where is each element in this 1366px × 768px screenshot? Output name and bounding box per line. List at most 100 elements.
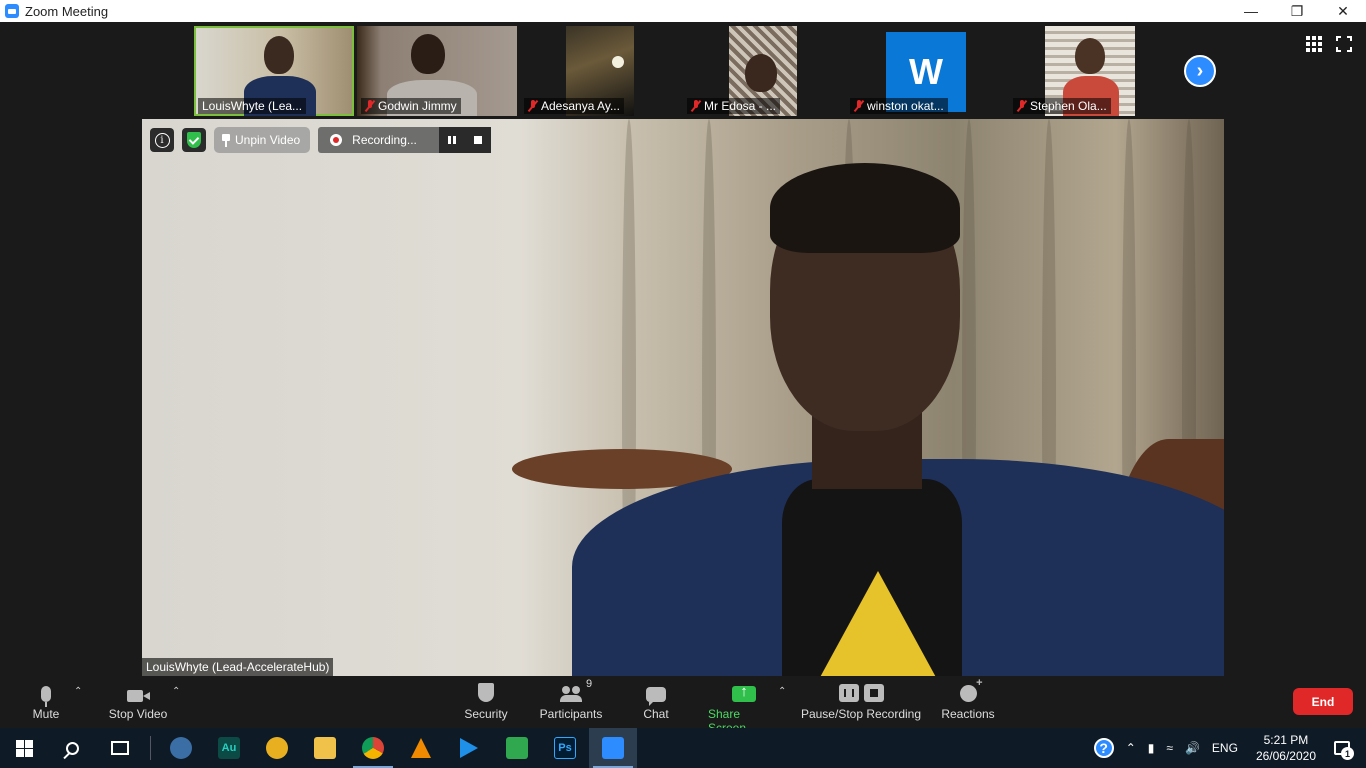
pause-stop-recording-button[interactable]: Pause/Stop Recording bbox=[800, 680, 922, 721]
chevron-up-icon: ⌃ bbox=[1125, 741, 1136, 755]
taskbar-app-zoom[interactable] bbox=[589, 728, 637, 768]
end-meeting-button[interactable]: End bbox=[1293, 688, 1353, 715]
clock-time: 5:21 PM bbox=[1263, 733, 1309, 747]
taskbar-app-draw[interactable] bbox=[493, 728, 541, 768]
search-button[interactable] bbox=[48, 728, 96, 768]
recording-indicator: Recording... bbox=[318, 127, 491, 153]
share-screen-icon bbox=[732, 683, 756, 702]
help-icon: ? bbox=[1093, 738, 1114, 758]
play-icon bbox=[460, 738, 478, 758]
participant-name: Adesanya Ay... bbox=[524, 98, 624, 114]
speaker-name-label: LouisWhyte (Lead-AccelerateHub) bbox=[142, 658, 334, 676]
taskbar-app-chrome[interactable] bbox=[349, 728, 397, 768]
vlc-icon bbox=[411, 738, 431, 758]
participant-tile[interactable]: Mr Edosa - ... bbox=[683, 26, 843, 116]
search-icon bbox=[65, 741, 79, 755]
speaker-hair bbox=[770, 163, 960, 253]
system-tray: ? ⌃ ▮ ≈ 🔊 ENG 5:21 PM 26/06/2020 1 bbox=[1088, 728, 1366, 768]
language-indicator[interactable]: ENG bbox=[1206, 741, 1244, 755]
taskbar-app-generic[interactable] bbox=[253, 728, 301, 768]
volume-icon[interactable]: 🔊 bbox=[1179, 741, 1206, 755]
microphone-icon bbox=[41, 686, 51, 707]
participant-name: Godwin Jimmy bbox=[361, 98, 461, 114]
app-icon bbox=[266, 737, 288, 759]
participants-icon bbox=[560, 686, 582, 702]
pause-icon bbox=[447, 136, 456, 144]
cortana-icon bbox=[170, 737, 192, 759]
draw-icon bbox=[506, 737, 528, 759]
chevron-up-icon[interactable]: ⌃ bbox=[172, 686, 180, 697]
taskbar-app-photoshop[interactable]: Ps bbox=[541, 728, 589, 768]
title-bar: Zoom Meeting — ❐ ✕ bbox=[0, 0, 1366, 22]
stop-icon bbox=[863, 684, 884, 702]
minimize-button[interactable]: — bbox=[1228, 0, 1274, 22]
windows-taskbar: Au Ps ? ⌃ ▮ ≈ 🔊 ENG 5:21 PM 26/06/2020 1 bbox=[0, 728, 1366, 768]
clock-date: 26/06/2020 bbox=[1255, 749, 1316, 763]
action-center-button[interactable]: 1 bbox=[1328, 741, 1366, 760]
muted-mic-icon bbox=[854, 100, 864, 112]
close-button[interactable]: ✕ bbox=[1320, 0, 1366, 22]
windows-icon bbox=[15, 739, 33, 757]
reactions-button[interactable]: Reactions bbox=[940, 677, 996, 721]
fullscreen-icon[interactable] bbox=[1336, 36, 1352, 52]
stop-recording-button[interactable] bbox=[464, 127, 491, 153]
encryption-button[interactable] bbox=[182, 128, 206, 152]
meeting-info-button[interactable]: i bbox=[150, 128, 174, 152]
start-button[interactable] bbox=[0, 728, 48, 768]
taskbar-app-cortana[interactable] bbox=[157, 728, 205, 768]
restore-button[interactable]: ❐ bbox=[1274, 0, 1320, 22]
participant-name: LouisWhyte (Lea... bbox=[198, 98, 307, 114]
chat-icon bbox=[646, 687, 666, 706]
shield-icon bbox=[187, 132, 201, 148]
participant-tile[interactable]: LouisWhyte (Lea... bbox=[194, 26, 354, 116]
participant-tile[interactable]: Adesanya Ay... bbox=[520, 26, 680, 116]
taskbar-app-file-explorer[interactable] bbox=[301, 728, 349, 768]
participant-strip: LouisWhyte (Lea... Godwin Jimmy Adesanya… bbox=[194, 26, 1169, 116]
wifi-icon[interactable]: ≈ bbox=[1160, 741, 1179, 755]
chevron-up-icon[interactable]: ⌃ bbox=[778, 686, 786, 697]
stop-icon bbox=[473, 136, 482, 144]
unpin-video-button[interactable]: Unpin Video bbox=[214, 127, 311, 153]
task-view-icon bbox=[111, 741, 129, 755]
participant-name: Mr Edosa - ... bbox=[687, 98, 781, 114]
taskbar-app-vlc[interactable] bbox=[397, 728, 445, 768]
stop-video-button[interactable]: Stop Video bbox=[104, 680, 172, 721]
chevron-right-icon[interactable]: › bbox=[1184, 55, 1216, 87]
security-button[interactable]: Security bbox=[460, 680, 512, 721]
participant-name: Stephen Ola... bbox=[1013, 98, 1111, 114]
record-icon bbox=[330, 134, 343, 146]
participant-tile[interactable]: W winston okat... bbox=[846, 26, 1006, 116]
meeting-controls: Mute ⌃ Stop Video ⌃ Security 9 Participa… bbox=[0, 676, 1366, 735]
chat-button[interactable]: Chat bbox=[638, 680, 674, 721]
meeting-stage: LouisWhyte (Lea... Godwin Jimmy Adesanya… bbox=[0, 22, 1366, 676]
shirt-logo bbox=[818, 571, 938, 676]
muted-mic-icon bbox=[365, 100, 375, 112]
participant-tile[interactable]: Stephen Ola... bbox=[1009, 26, 1169, 116]
taskbar-app-play[interactable] bbox=[445, 728, 493, 768]
emoji-icon bbox=[959, 677, 983, 702]
video-camera-icon bbox=[127, 690, 150, 702]
pause-icon bbox=[838, 684, 859, 702]
participant-tile[interactable]: Godwin Jimmy bbox=[357, 26, 517, 116]
chrome-icon bbox=[362, 737, 384, 759]
battery-icon[interactable]: ▮ bbox=[1142, 741, 1161, 755]
window-controls: — ❐ ✕ bbox=[1228, 0, 1366, 22]
pause-recording-button[interactable] bbox=[438, 127, 465, 153]
mute-button[interactable]: Mute bbox=[26, 680, 66, 721]
window-title: Zoom Meeting bbox=[25, 3, 109, 19]
help-button[interactable]: ? bbox=[1088, 738, 1120, 758]
participants-count: 9 bbox=[586, 678, 593, 690]
share-screen-button[interactable]: Share Screen bbox=[708, 680, 780, 735]
taskbar-app-audition[interactable]: Au bbox=[205, 728, 253, 768]
participants-button[interactable]: 9 Participants bbox=[538, 678, 604, 721]
chevron-up-icon[interactable]: ⌃ bbox=[74, 686, 82, 697]
notification-icon: 1 bbox=[1334, 741, 1354, 760]
info-icon: i bbox=[154, 132, 170, 148]
show-hidden-icons-button[interactable]: ⌃ bbox=[1120, 741, 1142, 755]
clock[interactable]: 5:21 PM 26/06/2020 bbox=[1244, 732, 1328, 764]
grid-icon[interactable] bbox=[1306, 36, 1322, 52]
zoom-app-icon bbox=[5, 4, 19, 18]
video-toolbar: i Unpin Video Recording... bbox=[150, 127, 491, 153]
task-view-button[interactable] bbox=[96, 728, 144, 768]
participant-video bbox=[264, 36, 294, 74]
